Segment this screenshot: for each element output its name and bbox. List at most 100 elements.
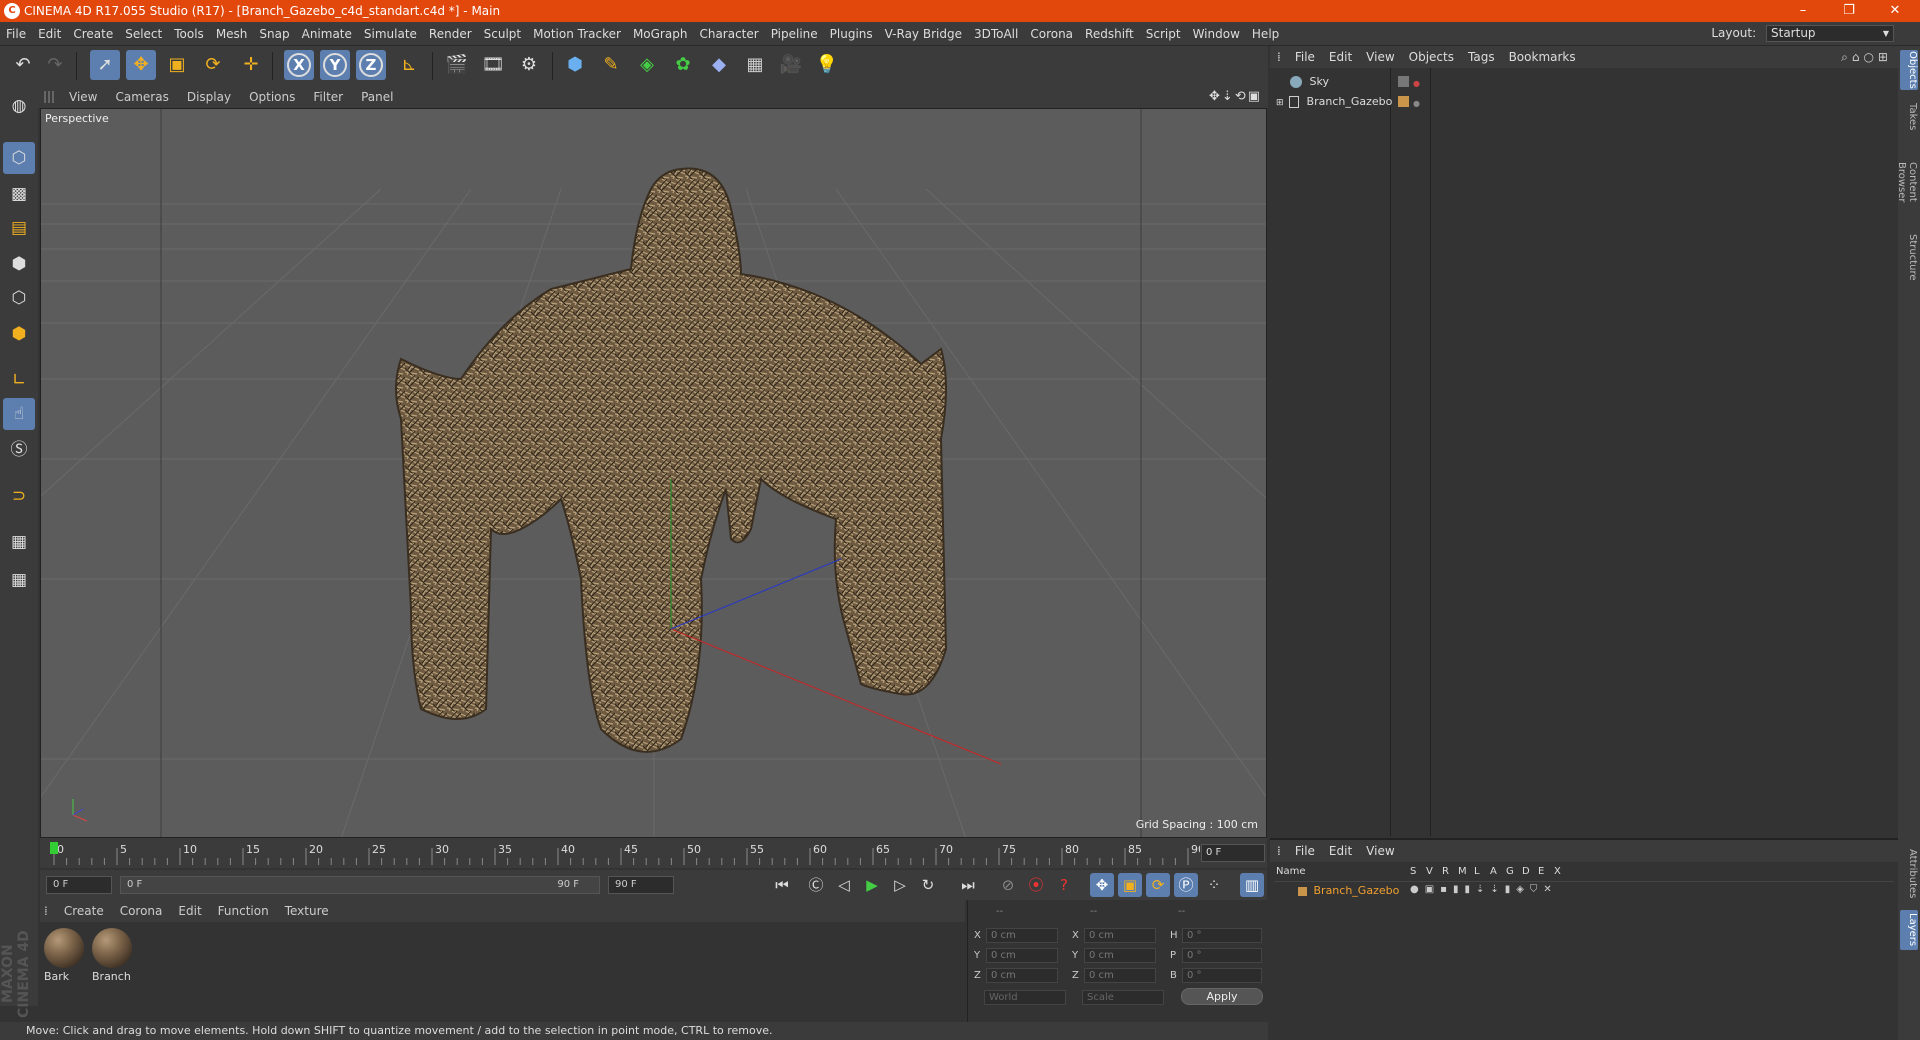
current-frame-field[interactable]: 0 F	[1201, 844, 1265, 862]
restore-button[interactable]: ❐	[1826, 0, 1872, 22]
edges-mode-icon[interactable]: ⬡	[3, 282, 35, 314]
material-menu-create[interactable]: Create	[56, 900, 112, 922]
menu-pipeline[interactable]: Pipeline	[765, 22, 824, 46]
visibility-dots-icon[interactable]: ●	[1413, 95, 1420, 113]
tab-takes[interactable]: Takes	[1900, 102, 1918, 132]
render-view-icon[interactable]: 🎬	[442, 50, 472, 80]
menu-simulate[interactable]: Simulate	[358, 22, 423, 46]
object-menu-tags[interactable]: Tags	[1461, 46, 1502, 68]
workplane-lock-icon[interactable]: ▦	[3, 526, 35, 558]
menu-character[interactable]: Character	[693, 22, 764, 46]
end-frame-field[interactable]: 90 F	[608, 876, 674, 894]
material-menu-function[interactable]: Function	[210, 900, 277, 922]
object-menu-edit[interactable]: Edit	[1322, 46, 1359, 68]
search-home-icons[interactable]: ⌕⌂○⊞	[1841, 50, 1892, 65]
enable-axis-icon[interactable]: ∟	[3, 364, 35, 396]
menu-corona[interactable]: Corona	[1024, 22, 1079, 46]
object-row-branch-gazebo[interactable]: ⊞ Branch_Gazebo ●	[1274, 93, 1894, 111]
layer-color-icon[interactable]	[1298, 886, 1307, 896]
size-y-field[interactable]: 0 cm	[1084, 948, 1156, 963]
tab-objects[interactable]: Objects	[1900, 50, 1918, 90]
menu-motion-tracker[interactable]: Motion Tracker	[527, 22, 627, 46]
object-menu-view[interactable]: View	[1359, 46, 1401, 68]
menu-select[interactable]: Select	[119, 22, 168, 46]
tab-layers[interactable]: Layers	[1900, 910, 1918, 950]
texture-mode-icon[interactable]: ▩	[3, 178, 35, 210]
layer-row[interactable]: Branch_Gazebo ●▣▪▮▮⇣⇣▮◈⛉✕	[1274, 884, 1894, 900]
panel-grip-icon[interactable]	[44, 91, 56, 103]
tweak-mode-icon[interactable]: ☝	[3, 398, 35, 430]
sky-tag-icon[interactable]	[1398, 76, 1409, 87]
cube-icon[interactable]: ⬢	[560, 50, 590, 80]
playhead-marker[interactable]	[50, 842, 58, 854]
tab-content-browser[interactable]: Content Browser	[1896, 142, 1918, 222]
coordinate-system-icon[interactable]: ⊾	[394, 50, 424, 80]
menu-redshift[interactable]: Redshift	[1079, 22, 1140, 46]
cloner-icon[interactable]: ✿	[668, 50, 698, 80]
menu-file[interactable]: File	[0, 22, 32, 46]
viewport-menu-display[interactable]: Display	[178, 86, 240, 108]
object-row-sky[interactable]: Sky ●	[1274, 73, 1894, 91]
render-picture-viewer-icon[interactable]: 🎞	[478, 50, 508, 80]
menu-window[interactable]: Window	[1187, 22, 1246, 46]
light-icon[interactable]: 💡	[812, 50, 842, 80]
menu-script[interactable]: Script	[1140, 22, 1187, 46]
camera-icon[interactable]: 🎥	[776, 50, 806, 80]
rotation-p-field[interactable]: 0 °	[1182, 948, 1262, 963]
menu-vray-bridge[interactable]: V-Ray Bridge	[879, 22, 968, 46]
tab-structure[interactable]: Structure	[1900, 232, 1918, 282]
next-frame-icon[interactable]: ▷	[888, 873, 912, 897]
next-key-icon[interactable]: ↻	[916, 873, 940, 897]
menu-mograph[interactable]: MoGraph	[627, 22, 694, 46]
pen-spline-icon[interactable]: ✎	[596, 50, 626, 80]
subdivision-icon[interactable]: ◈	[632, 50, 662, 80]
y-axis-lock-icon[interactable]: Y	[320, 50, 350, 80]
autokey-icon[interactable]: ⦿	[1024, 873, 1048, 897]
size-x-field[interactable]: 0 cm	[1084, 928, 1156, 943]
apply-button[interactable]: Apply	[1181, 988, 1263, 1005]
menu-snap[interactable]: Snap	[253, 22, 295, 46]
key-scale-icon[interactable]: ▣	[1118, 873, 1142, 897]
material-menu-edit[interactable]: Edit	[170, 900, 209, 922]
object-menu-bookmarks[interactable]: Bookmarks	[1502, 46, 1583, 68]
panel-grip-icon[interactable]: ⁞	[1270, 840, 1288, 862]
z-axis-lock-icon[interactable]: Z	[356, 50, 386, 80]
menu-plugins[interactable]: Plugins	[824, 22, 879, 46]
material-menu-texture[interactable]: Texture	[277, 900, 337, 922]
key-rotation-icon[interactable]: ⟳	[1146, 873, 1170, 897]
viewport-menu-filter[interactable]: Filter	[304, 86, 352, 108]
key-position-icon[interactable]: ✥	[1090, 873, 1114, 897]
position-z-field[interactable]: 0 cm	[986, 968, 1058, 983]
viewport-navigation-icons[interactable]: ✥⇣⟲▣	[1209, 89, 1262, 104]
viewport-menu-view[interactable]: View	[60, 86, 106, 108]
viewport-menu-cameras[interactable]: Cameras	[106, 86, 177, 108]
perspective-viewport[interactable]: Perspective Grid Spacing : 100 cm	[40, 108, 1267, 838]
workplane-icon[interactable]: ▤	[3, 212, 35, 244]
keyframe-selection-icon[interactable]: ?	[1052, 873, 1076, 897]
record-keys-icon[interactable]: ⊘	[996, 873, 1020, 897]
timeline-window-icon[interactable]: ▥	[1240, 873, 1264, 897]
key-pla-icon[interactable]: ⁘	[1202, 873, 1226, 897]
layer-menu-edit[interactable]: Edit	[1322, 840, 1359, 862]
menu-3dtoall[interactable]: 3DToAll	[968, 22, 1024, 46]
close-button[interactable]: ✕	[1872, 0, 1918, 22]
layer-menu-view[interactable]: View	[1359, 840, 1401, 862]
minimize-button[interactable]: –	[1780, 0, 1826, 22]
x-axis-lock-icon[interactable]: X	[284, 50, 314, 80]
frame-range-slider[interactable]: 0 F 90 F	[120, 876, 600, 894]
menu-render[interactable]: Render	[423, 22, 478, 46]
play-icon[interactable]: ▶	[860, 873, 884, 897]
menu-mesh[interactable]: Mesh	[210, 22, 254, 46]
redo-icon[interactable]: ↷	[40, 50, 70, 80]
timeline-ruler[interactable]: 0 5 10 15 20 25 30 35 40 45 50 55 60 65 70 75 80 85 90	[40, 838, 1267, 868]
solo-icon[interactable]: Ⓢ	[3, 434, 35, 466]
menu-animate[interactable]: Animate	[296, 22, 358, 46]
viewport-menu-panel[interactable]: Panel	[352, 86, 402, 108]
object-menu-file[interactable]: File	[1288, 46, 1322, 68]
menu-help[interactable]: Help	[1246, 22, 1285, 46]
model-mode-icon[interactable]: ⬡	[3, 142, 35, 174]
goto-end-icon[interactable]: ⏭	[956, 873, 980, 897]
render-settings-icon[interactable]: ⚙	[514, 50, 544, 80]
polygons-mode-icon[interactable]: ⬢	[3, 318, 35, 350]
deformer-icon[interactable]: ◆	[704, 50, 734, 80]
